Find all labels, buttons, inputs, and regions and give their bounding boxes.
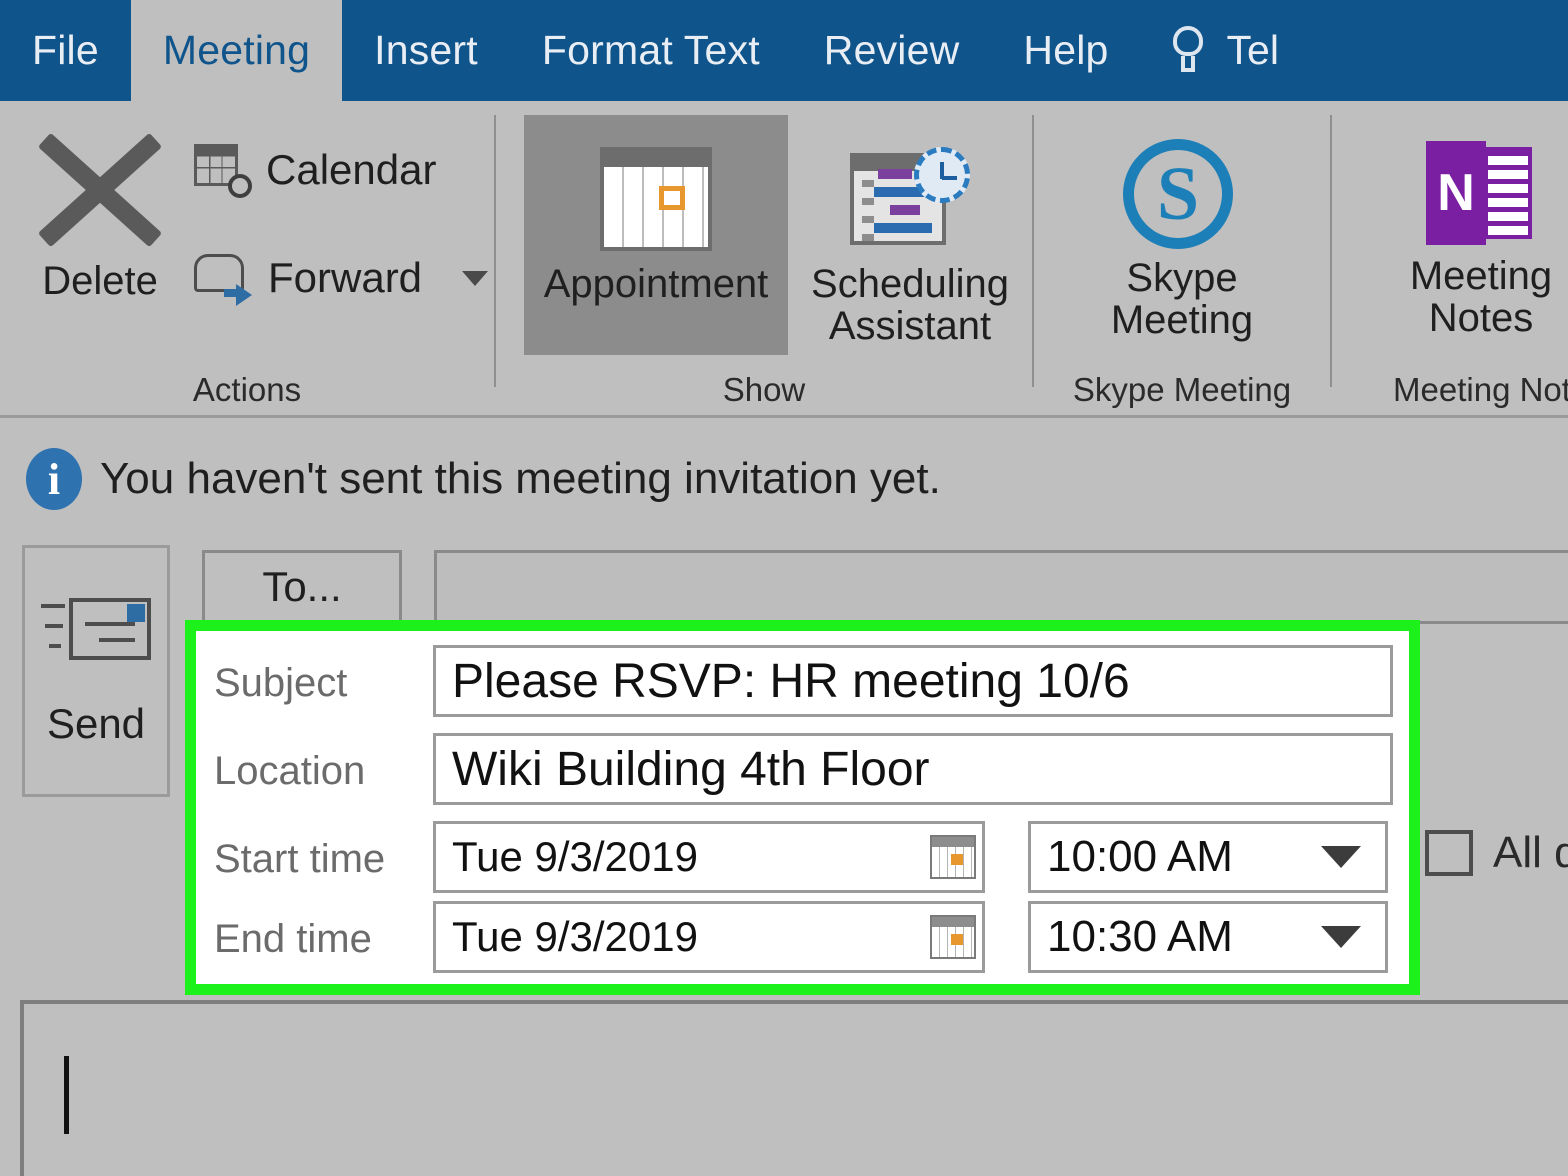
tab-meeting[interactable]: Meeting <box>130 0 343 101</box>
group-label-show: Show <box>722 371 806 408</box>
scheduling-assistant-button-label: Scheduling Assistant <box>811 262 1009 348</box>
ribbon-group-actions: Delete Calendar Forward Actions <box>0 101 494 415</box>
location-input[interactable]: Wiki Building 4th Floor <box>433 733 1393 805</box>
forward-button[interactable]: Forward <box>188 241 494 315</box>
group-label-meeting-notes: Meeting Not <box>1393 371 1568 408</box>
send-button-label: Send <box>46 700 146 747</box>
send-envelope-icon <box>41 594 151 672</box>
tab-format-text[interactable]: Format Text <box>510 0 792 101</box>
appointment-button-label: Appointment <box>543 262 769 306</box>
end-date-calendar-picker-icon[interactable] <box>930 915 976 959</box>
tell-me-search[interactable]: Tel <box>1141 0 1279 101</box>
start-time-label: Start time <box>214 837 386 881</box>
forward-button-label: Forward <box>268 254 423 301</box>
forward-envelope-icon <box>194 252 254 306</box>
send-button[interactable]: Send <box>22 545 170 797</box>
end-time-label: End time <box>214 917 372 961</box>
start-time-dropdown[interactable]: 10:00 AM <box>1028 821 1388 893</box>
ribbon-group-meeting-notes: N Meeting Notes Meeting Not <box>1332 101 1568 415</box>
text-caret <box>64 1056 69 1134</box>
all-day-event-label: All da <box>1493 828 1568 877</box>
skype-meeting-button-label: Skype Meeting <box>1110 256 1254 342</box>
tab-file[interactable]: File <box>0 0 131 101</box>
chevron-down-icon[interactable] <box>462 270 489 286</box>
end-date-input[interactable]: Tue 9/3/2019 <box>433 901 985 973</box>
onenote-icon: N <box>1422 141 1540 247</box>
location-label: Location <box>214 749 366 793</box>
tab-help[interactable]: Help <box>991 0 1140 101</box>
meeting-notes-button-label: Meeting Notes <box>1409 254 1553 340</box>
all-day-event-checkbox[interactable] <box>1425 830 1473 876</box>
ribbon-group-show: Appointment Scheduling Assistant Show <box>496 101 1032 415</box>
calendar-button[interactable]: Calendar <box>188 133 442 207</box>
calendar-search-icon <box>194 144 252 198</box>
scheduling-assistant-icon <box>850 147 970 251</box>
skype-meeting-button[interactable]: S Skype Meeting <box>1086 115 1278 355</box>
ribbon-group-skype-meeting: S Skype Meeting Skype Meeting <box>1034 101 1330 415</box>
delete-x-icon <box>30 125 170 255</box>
meeting-notes-button[interactable]: N Meeting Notes <box>1376 115 1568 355</box>
tab-review[interactable]: Review <box>792 0 992 101</box>
to-button[interactable]: To... <box>202 550 402 624</box>
tell-me-label: Tel <box>1226 27 1279 73</box>
subject-input[interactable]: Please RSVP: HR meeting 10/6 <box>433 645 1393 717</box>
start-date-input[interactable]: Tue 9/3/2019 <box>433 821 985 893</box>
appointment-button[interactable]: Appointment <box>524 115 788 355</box>
info-icon: i <box>26 448 82 510</box>
all-day-event-field[interactable]: All da <box>1425 828 1568 878</box>
message-body[interactable] <box>20 1000 1568 1176</box>
ribbon-tab-bar: File Meeting Insert Format Text Review H… <box>0 0 1568 101</box>
delete-button-label: Delete <box>42 259 158 303</box>
to-input[interactable] <box>434 550 1568 624</box>
group-label-skype-meeting: Skype Meeting <box>1072 371 1292 408</box>
start-time-chevron-down-icon[interactable] <box>1321 846 1361 868</box>
info-bar: i You haven't sent this meeting invitati… <box>0 420 1568 538</box>
calendar-button-label: Calendar <box>266 146 437 193</box>
info-bar-message: You haven't sent this meeting invitation… <box>100 454 941 503</box>
lightbulb-icon <box>1167 24 1211 78</box>
scheduling-assistant-button[interactable]: Scheduling Assistant <box>792 115 1028 355</box>
tab-insert[interactable]: Insert <box>342 0 510 101</box>
end-time-dropdown[interactable]: 10:30 AM <box>1028 901 1388 973</box>
end-time-chevron-down-icon[interactable] <box>1321 926 1361 948</box>
start-date-calendar-picker-icon[interactable] <box>930 835 976 879</box>
group-label-actions: Actions <box>192 371 302 408</box>
skype-icon: S <box>1123 139 1241 249</box>
appointment-calendar-icon <box>600 147 712 251</box>
meeting-details-highlight: Subject Please RSVP: HR meeting 10/6 Loc… <box>185 620 1420 995</box>
subject-label: Subject <box>214 661 348 705</box>
ribbon-content: Delete Calendar Forward Actions Appointm… <box>0 101 1568 418</box>
delete-button[interactable]: Delete <box>16 115 184 355</box>
